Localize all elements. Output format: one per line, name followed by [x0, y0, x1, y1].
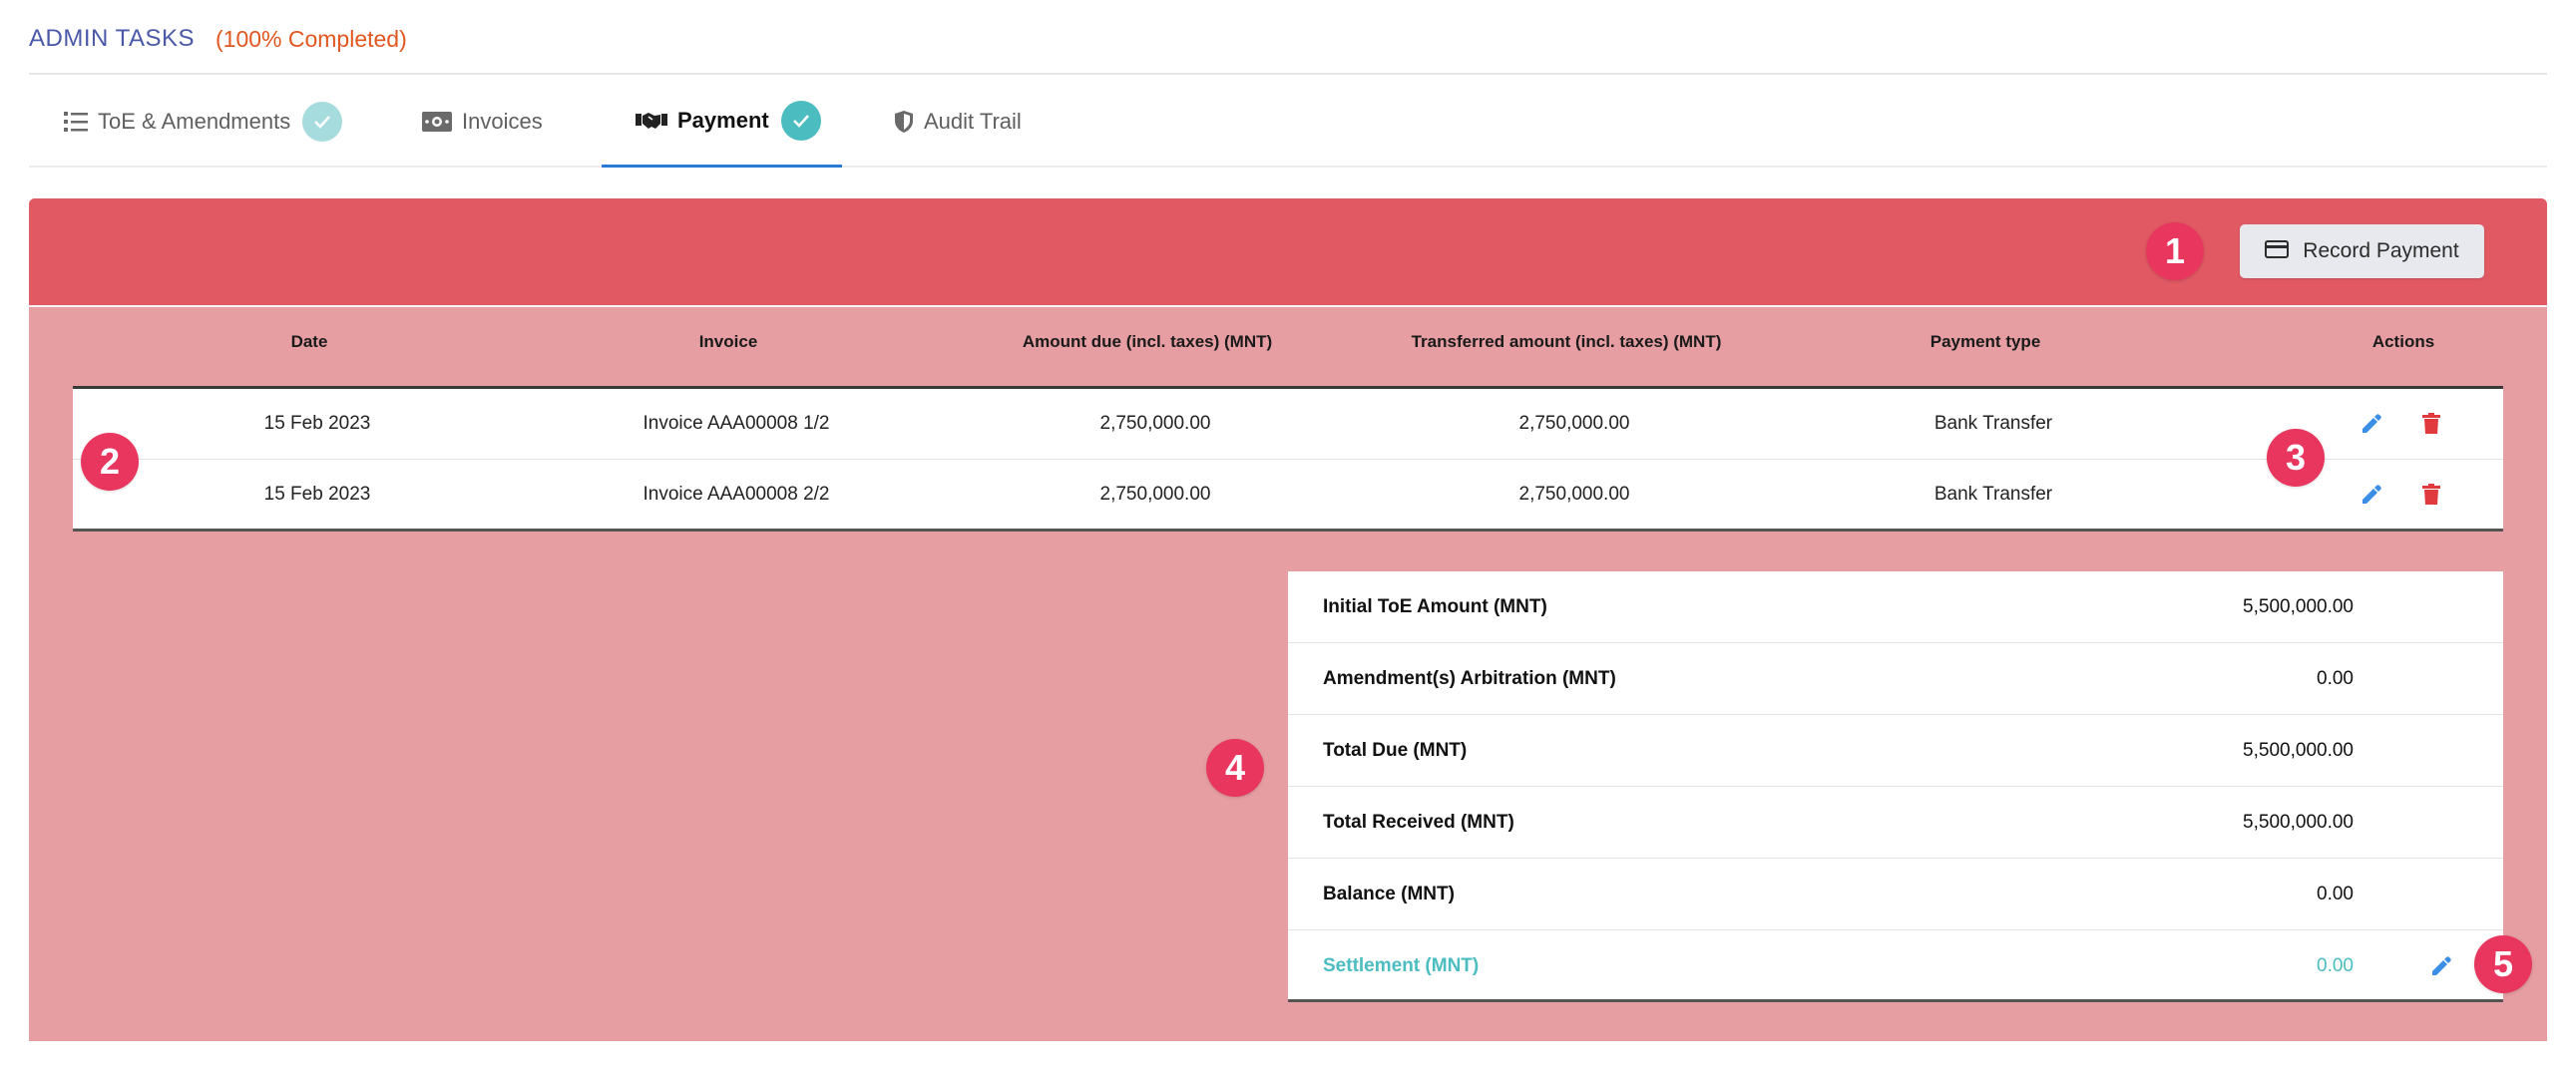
column-header-amount-due: Amount due (incl. taxes) (MNT)	[1022, 332, 1273, 351]
tab-label: Payment	[677, 107, 769, 133]
handshake-icon	[636, 110, 667, 132]
cell-payment-type: Bank Transfer	[1933, 413, 2053, 434]
summary-row-settlement: Settlement (MNT) 0.00	[1288, 930, 2503, 1002]
annotation-marker-5: 5	[2474, 935, 2532, 993]
edit-icon[interactable]	[2358, 410, 2385, 438]
payments-table: 15 Feb 2023 Invoice AAA00008 1/2 2,750,0…	[73, 386, 2503, 532]
tab-label: Audit Trail	[924, 109, 1022, 134]
summary-row: Total Received (MNT) 5,500,000.00	[1288, 787, 2503, 859]
money-bill-icon	[422, 112, 452, 132]
tab-label: ToE & Amendments	[98, 109, 291, 134]
shield-icon	[894, 110, 914, 134]
tab-audit-trail[interactable]: Audit Trail	[894, 76, 1022, 168]
record-payment-button[interactable]: Record Payment	[2240, 224, 2484, 278]
summary-label: Settlement (MNT)	[1323, 955, 1480, 976]
admin-tasks-header: ADMIN TASKS (100% Completed)	[29, 0, 2547, 75]
summary-label: Balance (MNT)	[1323, 884, 1455, 904]
cell-payment-type: Bank Transfer	[1933, 484, 2053, 505]
delete-icon[interactable]	[2417, 481, 2445, 509]
cell-transferred: 2,750,000.00	[1518, 484, 1630, 505]
edit-icon[interactable]	[2358, 481, 2385, 509]
record-payment-label: Record Payment	[2303, 239, 2459, 262]
cell-amount-due: 2,750,000.00	[1099, 413, 1211, 434]
cell-amount-due: 2,750,000.00	[1099, 484, 1211, 505]
summary-row: Balance (MNT) 0.00	[1288, 859, 2503, 930]
delete-icon[interactable]	[2417, 410, 2445, 438]
cell-transferred: 2,750,000.00	[1518, 413, 1630, 434]
table-row: 15 Feb 2023 Invoice AAA00008 1/2 2,750,0…	[73, 389, 2503, 460]
annotation-marker-2: 2	[81, 433, 139, 491]
cell-invoice: Invoice AAA00008 1/2	[643, 413, 830, 434]
summary-value: 0.00	[2317, 955, 2354, 976]
tab-payment[interactable]: Payment	[602, 76, 842, 168]
summary-label: Initial ToE Amount (MNT)	[1323, 596, 1547, 617]
summary-value: 0.00	[2317, 884, 2354, 904]
summary-value: 0.00	[2317, 668, 2354, 689]
summary-label: Total Due (MNT)	[1323, 740, 1468, 761]
check-badge-icon	[780, 100, 821, 141]
summary-row: Amendment(s) Arbitration (MNT) 0.00	[1288, 643, 2503, 715]
summary-row: Total Due (MNT) 5,500,000.00	[1288, 715, 2503, 787]
tab-toe-amendments[interactable]: ToE & Amendments	[64, 76, 343, 168]
summary-label: Total Received (MNT)	[1323, 812, 1514, 833]
column-header-actions: Actions	[2371, 332, 2435, 351]
column-header-invoice: Invoice	[698, 332, 758, 351]
cell-date: 15 Feb 2023	[263, 484, 371, 505]
summary-value: 5,500,000.00	[2243, 596, 2354, 617]
summary-label: Amendment(s) Arbitration (MNT)	[1323, 668, 1616, 689]
completion-status: (100% Completed)	[215, 26, 407, 52]
annotation-marker-4: 4	[1206, 739, 1264, 797]
table-row: 15 Feb 2023 Invoice AAA00008 2/2 2,750,0…	[73, 460, 2503, 530]
edit-icon[interactable]	[2427, 952, 2455, 980]
tab-bar: ToE & Amendments Invoices Payment Audit …	[29, 76, 2547, 168]
annotation-marker-3: 3	[2267, 429, 2325, 487]
annotation-marker-1: 1	[2146, 222, 2204, 280]
summary-row: Initial ToE Amount (MNT) 5,500,000.00	[1288, 571, 2503, 643]
list-icon	[64, 111, 88, 133]
summary-value: 5,500,000.00	[2243, 812, 2354, 833]
column-header-payment-type: Payment type	[1930, 332, 2041, 351]
payment-summary: Initial ToE Amount (MNT) 5,500,000.00 Am…	[1288, 571, 2503, 1002]
cell-invoice: Invoice AAA00008 2/2	[643, 484, 830, 505]
cell-date: 15 Feb 2023	[263, 413, 371, 434]
check-badge-icon	[302, 102, 343, 142]
page-title: ADMIN TASKS	[29, 25, 195, 52]
tab-invoices[interactable]: Invoices	[422, 76, 543, 168]
credit-card-icon	[2265, 239, 2290, 263]
column-header-transferred: Transferred amount (incl. taxes) (MNT)	[1411, 332, 1722, 351]
tab-label: Invoices	[462, 109, 543, 134]
summary-value: 5,500,000.00	[2243, 740, 2354, 761]
column-header-date: Date	[290, 332, 328, 351]
